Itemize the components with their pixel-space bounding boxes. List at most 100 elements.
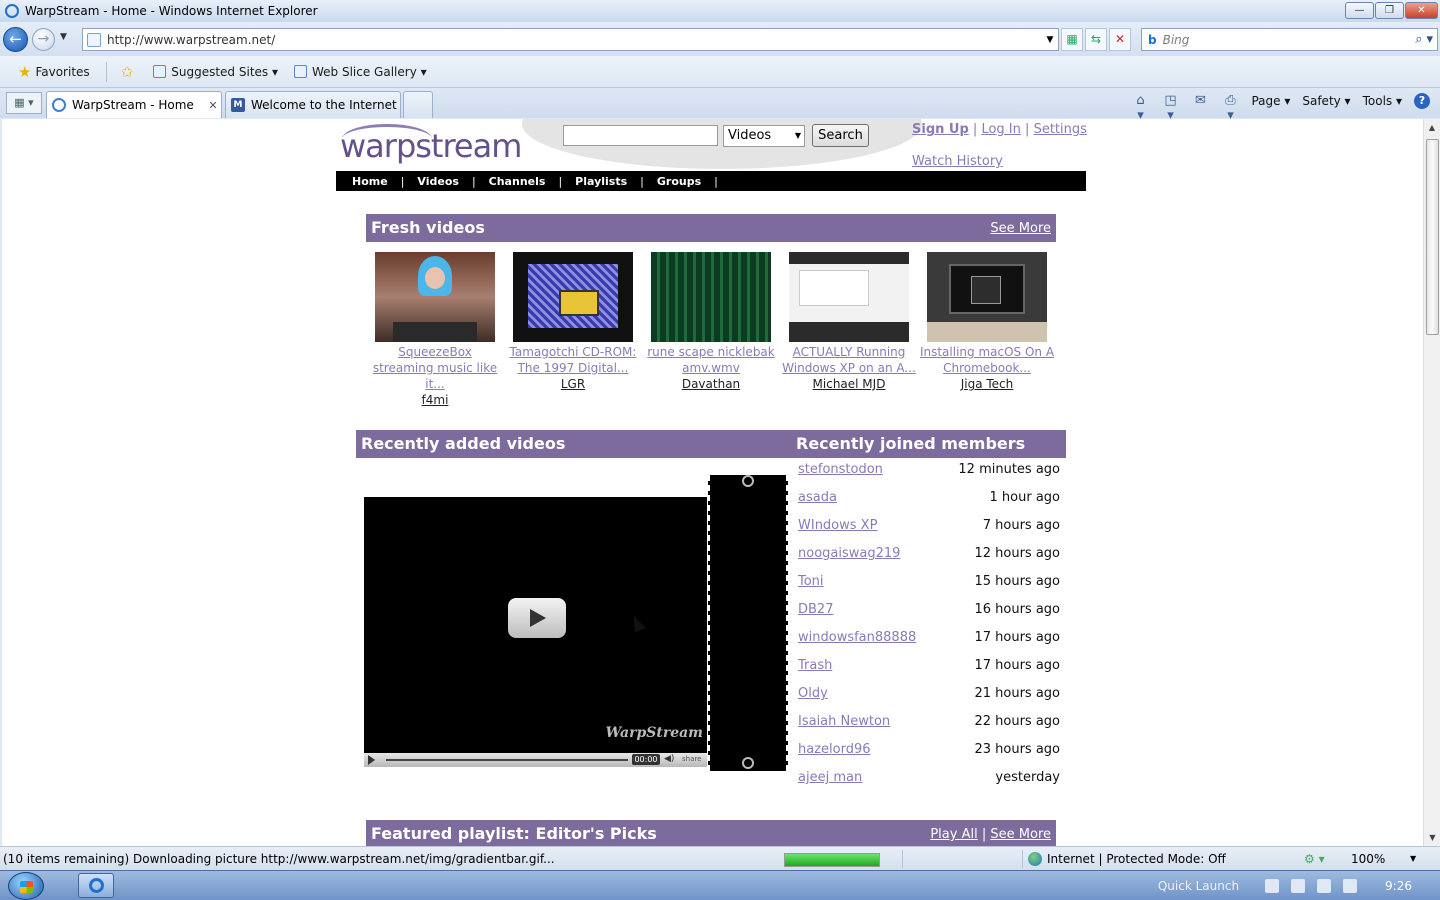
menu-home[interactable]: Home (352, 175, 388, 188)
progress-fill (785, 854, 879, 866)
member-link[interactable]: WIndows XP (798, 518, 877, 546)
tray-app-icon[interactable] (1265, 879, 1280, 893)
video-title-link[interactable]: Tamagotchi CD-ROM: The 1997 Digital... (504, 344, 642, 376)
vertical-scrollbar[interactable]: ▲ ▼ (1423, 119, 1440, 846)
play-all-link[interactable]: Play All (930, 827, 977, 842)
tools-menu[interactable]: Tools ▾ (1363, 94, 1402, 108)
tray-security-icon[interactable] (1291, 879, 1306, 893)
member-link[interactable]: hazelord96 (798, 742, 871, 770)
member-link[interactable]: windowsfan88888 (798, 630, 916, 658)
scroll-down-icon[interactable]: ▼ (1424, 829, 1440, 846)
log-in-link[interactable]: Log In (981, 122, 1020, 137)
member-link[interactable]: Trash (798, 658, 832, 686)
video-thumbnail[interactable] (375, 252, 495, 342)
close-window-button[interactable]: ✕ (1405, 2, 1438, 19)
sign-up-link[interactable]: Sign Up (912, 122, 969, 137)
address-bar[interactable]: http://www.warpstream.net/ ▼ (82, 28, 1059, 51)
video-author-link[interactable]: Michael MJD (780, 376, 918, 392)
small-play-icon[interactable] (368, 755, 375, 765)
zoom-level[interactable]: 100% (1351, 852, 1385, 866)
close-tab-icon[interactable]: ✕ (205, 99, 221, 112)
suggested-sites-button[interactable]: Suggested Sites ▾ (153, 65, 278, 79)
scroll-thumb[interactable] (1426, 139, 1439, 335)
safety-menu[interactable]: Safety ▾ (1302, 94, 1350, 108)
member-link[interactable]: Toni (798, 574, 824, 602)
video-title-link[interactable]: rune scape nicklebak amv.wmv (642, 344, 780, 376)
bing-search-input[interactable]: Bing (1163, 33, 1416, 47)
video-title-link[interactable]: ACTUALLY Running Windows XP on an A... (780, 344, 918, 376)
video-author-link[interactable]: Jiga Tech (918, 376, 1056, 392)
feeds-icon[interactable]: ◳ ▾ (1161, 93, 1179, 123)
menu-channels[interactable]: Channels (489, 175, 546, 188)
minimize-button[interactable]: — (1345, 2, 1374, 19)
add-to-favorites-bar-button[interactable]: ✩ (121, 63, 138, 81)
member-link[interactable]: asada (798, 490, 837, 518)
video-author-link[interactable]: LGR (504, 376, 642, 392)
start-button[interactable] (8, 872, 44, 900)
compatibility-view-icon[interactable]: ▦ (1061, 28, 1083, 51)
print-icon[interactable]: ⎙ ▾ (1221, 93, 1239, 123)
web-slice-gallery-button[interactable]: Web Slice Gallery ▾ (294, 65, 427, 79)
forward-button[interactable]: → (32, 28, 55, 51)
help-icon[interactable]: ? (1414, 93, 1430, 109)
refresh-icon[interactable]: ⇆ (1085, 28, 1107, 51)
volume-icon[interactable]: ◀) (664, 754, 674, 764)
video-thumbnail[interactable] (789, 252, 909, 342)
video-player[interactable]: WarpStream 00:00 ◀) share (364, 497, 707, 767)
taskbar-ie-button[interactable] (78, 873, 114, 898)
menu-videos[interactable]: Videos (417, 175, 459, 188)
protected-mode-icon[interactable]: ⚙ ▾ (1304, 852, 1325, 866)
menu-groups[interactable]: Groups (657, 175, 701, 188)
play-button[interactable] (508, 598, 566, 638)
restore-button[interactable]: ❐ (1375, 2, 1404, 19)
clock[interactable]: 9:26 (1385, 879, 1412, 893)
search-icon[interactable]: ⌕ (1415, 32, 1422, 47)
favorites-button[interactable]: ★ Favorites (18, 63, 90, 81)
new-tab-button[interactable] (403, 91, 433, 118)
security-zone[interactable]: Internet | Protected Mode: Off (1028, 852, 1226, 866)
volume-muted-icon[interactable] (1343, 879, 1358, 893)
zoom-dropdown-icon[interactable]: ▼ (1410, 854, 1416, 863)
search-options-dropdown-icon[interactable]: ▾ (1426, 32, 1433, 47)
member-link[interactable]: DB27 (798, 602, 833, 630)
search-button[interactable]: Search (812, 124, 869, 147)
tab-warpstream-home[interactable]: WarpStream - Home ✕ (46, 91, 222, 118)
search-type-select[interactable]: Videos ▼ (723, 125, 805, 147)
member-link[interactable]: Oldy (798, 686, 828, 714)
scroll-up-icon[interactable]: ▲ (1424, 119, 1440, 136)
watch-history-link[interactable]: Watch History (912, 154, 1003, 169)
back-button[interactable]: ← (3, 27, 28, 52)
page-menu[interactable]: Page ▾ (1251, 94, 1290, 108)
video-title-link[interactable]: Installing macOS On A Chromebook... (918, 344, 1056, 376)
member-link[interactable]: Isaiah Newton (798, 714, 890, 742)
menu-playlists[interactable]: Playlists (575, 175, 627, 188)
video-thumbnail[interactable] (513, 252, 633, 342)
share-button[interactable]: share (682, 755, 701, 763)
read-mail-icon[interactable]: ✉ (1191, 93, 1209, 109)
home-icon[interactable]: ⌂ ▾ (1131, 93, 1149, 123)
video-filmstrip[interactable] (708, 475, 788, 771)
member-link[interactable]: ajeej man (798, 770, 862, 798)
warpstream-logo[interactable]: warpstream (340, 127, 522, 165)
network-icon[interactable] (1317, 879, 1332, 893)
featured-see-more-link[interactable]: See More (990, 827, 1051, 842)
member-link[interactable]: noogaiswag219 (798, 546, 900, 574)
quick-tabs-button[interactable]: ▦ ▾ (6, 92, 42, 114)
seek-bar[interactable] (386, 759, 628, 761)
member-link[interactable]: stefonstodon (798, 462, 883, 490)
bing-search-box[interactable]: b Bing ⌕ ▾ (1141, 28, 1438, 51)
video-author-link[interactable]: f4mi (366, 392, 504, 408)
recent-pages-dropdown[interactable]: ▼ (60, 32, 67, 42)
quick-launch-label[interactable]: Quick Launch (1158, 879, 1239, 893)
stop-icon[interactable]: ✕ (1109, 28, 1131, 51)
video-author-link[interactable]: Davathan (642, 376, 780, 392)
fresh-videos-see-more-link[interactable]: See More (990, 221, 1051, 236)
video-title-link[interactable]: SqueezeBox streaming music like it... (366, 344, 504, 392)
address-url[interactable]: http://www.warpstream.net/ (107, 33, 1042, 47)
video-thumbnail[interactable] (651, 252, 771, 342)
video-thumbnail[interactable] (927, 252, 1047, 342)
settings-link[interactable]: Settings (1034, 122, 1087, 137)
address-dropdown-icon[interactable]: ▼ (1042, 35, 1058, 45)
site-search-input[interactable] (563, 125, 718, 146)
tab-welcome-internet-explorer[interactable]: M Welcome to the Internet E... (225, 91, 401, 118)
